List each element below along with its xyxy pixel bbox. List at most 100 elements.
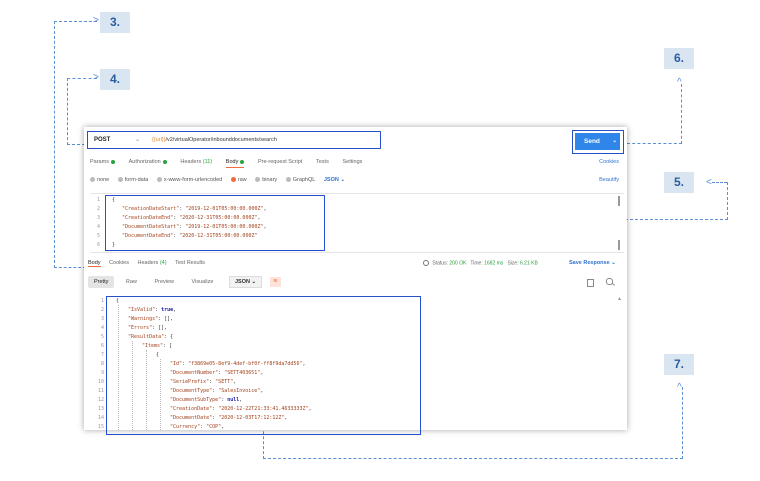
line-number: 6	[96, 242, 100, 248]
tab-body-label: Body	[225, 159, 239, 165]
response-format-select[interactable]: JSON ⌄	[229, 276, 263, 288]
radio-binary-label: binary	[262, 177, 278, 183]
format-select-label: JSON	[323, 177, 339, 183]
tab-pre-request-script[interactable]: Pre-request Script	[258, 159, 302, 165]
response-tabs: Body Cookies Headers (4) Test Results	[88, 260, 212, 267]
radio-form-data-label: form-data	[124, 177, 149, 183]
radio-icon	[90, 177, 95, 183]
resp-tab-headers-label: Headers	[137, 260, 159, 266]
line-number: 8	[100, 361, 104, 367]
request-body-highlight	[105, 195, 325, 251]
save-response-button[interactable]: Save Response ⌄	[569, 260, 616, 266]
wrap-lines-icon[interactable]: ≡	[269, 276, 281, 287]
tab-params-label: Params	[90, 159, 109, 165]
tab-headers[interactable]: Headers (11)	[180, 159, 212, 165]
send-button[interactable]: Send ⌄	[575, 133, 620, 150]
resp-tab-body[interactable]: Body	[88, 260, 101, 267]
radio-binary[interactable]: binary	[255, 177, 277, 183]
tab-authorization[interactable]: Authorization	[129, 159, 167, 165]
resp-tab-test-results[interactable]: Test Results	[175, 260, 205, 266]
globe-icon[interactable]	[423, 260, 429, 266]
callout-4: 4.	[100, 69, 130, 90]
line-number: 15	[97, 424, 104, 430]
line-number: 7	[100, 352, 104, 358]
line-number: 5	[100, 334, 104, 340]
view-pretty[interactable]: Pretty	[88, 276, 115, 288]
radio-urlencoded-label: x-www-form-urlencoded	[163, 177, 223, 183]
arrow-3: >	[93, 15, 99, 26]
response-status: Status: 200 OK Time: 1682 ms Size: 6.21 …	[423, 260, 538, 266]
beautify-link[interactable]: Beautify	[599, 177, 619, 183]
status-dot-icon	[162, 159, 167, 164]
status-dot-icon	[110, 159, 115, 164]
request-tabs: Params Authorization Headers (11) Body P…	[90, 159, 620, 169]
time-value: 1682 ms	[484, 260, 504, 267]
resp-tab-headers[interactable]: Headers (4)	[137, 260, 166, 266]
line-number: 1	[96, 197, 100, 203]
callout-6: 6.	[664, 48, 694, 69]
chevron-down-icon[interactable]: ⌄	[612, 133, 617, 150]
search-icon[interactable]	[606, 278, 613, 285]
size-value: 6.21 KB	[520, 260, 538, 267]
status-label: Status:	[432, 260, 448, 267]
radio-icon	[255, 177, 261, 183]
line-number: 3	[100, 316, 104, 322]
connector-4-tail	[67, 144, 85, 145]
line-number: 14	[97, 415, 104, 421]
scrollbar[interactable]	[618, 240, 620, 250]
arrow-4: >	[93, 72, 99, 83]
callout-7: 7.	[664, 354, 694, 375]
view-mode-bar: Pretty Raw Preview Visualize JSON ⌄ ≡	[88, 276, 281, 288]
tab-body[interactable]: Body	[225, 159, 245, 168]
resp-tab-cookies[interactable]: Cookies	[109, 260, 129, 266]
radio-raw[interactable]: raw	[230, 177, 247, 183]
view-visualize[interactable]: Visualize	[186, 276, 220, 288]
radio-raw-label: raw	[237, 177, 247, 183]
radio-graphql[interactable]: GraphQL	[285, 177, 316, 183]
arrow-6: ^	[677, 77, 682, 88]
status-dot-icon	[240, 159, 245, 164]
radio-icon	[117, 177, 123, 183]
connector-6	[627, 84, 682, 144]
status-value: 200 OK	[449, 260, 467, 267]
view-raw[interactable]: Raw	[120, 276, 143, 288]
save-response-label: Save Response	[569, 260, 610, 266]
line-number: 11	[97, 388, 104, 394]
line-number: 13	[97, 406, 104, 412]
method-select[interactable]: POST	[94, 137, 110, 143]
line-number: 3	[96, 215, 100, 221]
radio-none-label: none	[97, 177, 110, 183]
tab-settings[interactable]: Settings	[343, 159, 363, 165]
cookies-link[interactable]: Cookies	[599, 159, 619, 165]
radio-urlencoded[interactable]: x-www-form-urlencoded	[156, 177, 223, 183]
radio-icon	[285, 177, 291, 183]
url-bar[interactable]: POST ⌄ {{url}}/v2/virtualOperator/inboun…	[87, 131, 381, 149]
response-format-label: JSON	[235, 279, 250, 285]
copy-icon[interactable]	[587, 279, 594, 287]
tab-authorization-label: Authorization	[128, 159, 161, 165]
line-number: 5	[96, 233, 100, 239]
radio-form-data[interactable]: form-data	[117, 177, 149, 183]
view-preview[interactable]: Preview	[148, 276, 180, 288]
arrow-7: ^	[677, 382, 682, 393]
url-variable: {{url}}	[152, 137, 166, 143]
response-body-highlight	[106, 296, 421, 435]
tab-params[interactable]: Params	[90, 159, 115, 165]
radio-graphql-label: GraphQL	[292, 177, 316, 183]
line-number: 12	[97, 397, 104, 403]
format-select[interactable]: JSON ⌄	[324, 177, 345, 183]
body-type-options: none form-data x-www-form-urlencoded raw…	[90, 177, 352, 183]
resp-tab-headers-count: (4)	[159, 260, 167, 266]
radio-none[interactable]: none	[90, 177, 109, 183]
url-input[interactable]: {{url}}/v2/virtualOperator/inbounddocume…	[152, 137, 277, 143]
scrollbar[interactable]	[618, 196, 620, 206]
chevron-down-icon[interactable]: ⌄	[135, 136, 140, 143]
scroll-up-icon[interactable]: ▴	[618, 294, 621, 304]
url-path: /v2/virtualOperator/inbounddocuments/sea…	[165, 137, 277, 143]
tab-tests[interactable]: Tests	[316, 159, 329, 165]
arrow-5: <	[706, 177, 712, 188]
line-number: 4	[96, 224, 100, 230]
radio-icon	[156, 177, 162, 183]
line-number: 9	[100, 370, 104, 376]
connector-5-top	[712, 182, 727, 183]
